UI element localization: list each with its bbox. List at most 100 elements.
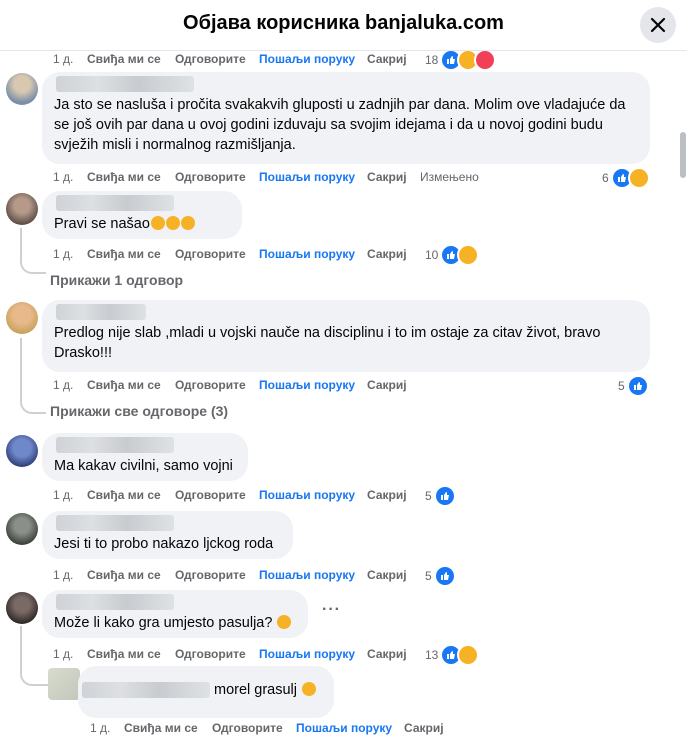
dialog-title: Објава корисника banjaluka.com [183,12,504,34]
avatar[interactable] [48,668,80,700]
comment-time[interactable]: 1 д. [53,647,73,661]
reaction-count[interactable]: 5 [425,485,456,507]
hide-button[interactable]: Сакриј [404,721,444,735]
comment-text: Ma kakav civilni, samo vojni [54,458,233,474]
comment-bubble: Ma kakav civilni, samo vojni [42,433,248,481]
reaction-number: 10 [425,248,439,262]
blurred-author-name[interactable] [56,76,194,92]
haha-reaction-icon [457,644,480,666]
reply-thread-line [20,338,46,414]
comment-time[interactable]: 1 д. [90,721,110,735]
avatar[interactable] [6,73,38,105]
comment-text: Predlog nije slab ,mladi u vojski nauče … [54,325,601,361]
hide-button[interactable]: Сакриј [367,568,407,582]
blurred-author-name[interactable] [82,682,210,698]
comment-time[interactable]: 1 д. [53,247,73,261]
reply-button[interactable]: Одговорите [175,52,246,66]
reply-button[interactable]: Одговорите [212,721,283,735]
reaction-count[interactable]: 5 [618,375,649,397]
reply-thread-line [20,626,48,686]
comment-time[interactable]: 1 д. [53,52,73,66]
reaction-number: 18 [425,53,439,67]
hide-button[interactable]: Сакриј [367,170,407,184]
reaction-count[interactable]: 6 [602,167,650,189]
reaction-number: 5 [425,569,432,583]
send-message-button[interactable]: Пошаљи поруку [259,247,355,261]
like-button[interactable]: Свиђа ми се [87,488,161,502]
rofl-emoji-icon [165,216,180,230]
hide-button[interactable]: Сакриј [367,647,407,661]
haha-reaction-icon [627,167,650,189]
reaction-count[interactable]: 10 [425,244,480,266]
send-message-button[interactable]: Пошаљи поруку [259,568,355,582]
like-reaction-icon [433,485,456,507]
like-button[interactable]: Свиђа ми се [87,170,161,184]
blurred-author-name[interactable] [56,594,174,610]
comment-time[interactable]: 1 д. [53,378,73,392]
comment-bubble: Može li kako gra umjesto pasulja? [42,590,308,638]
like-button[interactable]: Свиђа ми се [87,247,161,261]
comment-time[interactable]: 1 д. [53,568,73,582]
blurred-author-name[interactable] [56,515,174,531]
avatar[interactable] [6,592,38,624]
send-message-button[interactable]: Пошаљи поруку [259,52,355,66]
reply-button[interactable]: Одговорите [175,378,246,392]
love-reaction-icon [474,49,497,71]
close-button[interactable] [640,7,676,43]
comment-text: Može li kako gra umjesto pasulja? [54,613,296,633]
comment-text: Pravi se našao [54,214,230,234]
blurred-author-name[interactable] [56,304,146,320]
comment-time[interactable]: 1 д. [53,488,73,502]
send-message-button[interactable]: Пошаљи поруку [259,488,355,502]
like-button[interactable]: Свиђа ми се [87,568,161,582]
reaction-number: 13 [425,648,439,662]
reaction-count[interactable]: 18 [425,49,497,71]
edited-label[interactable]: Измењено [420,170,479,184]
reply-button[interactable]: Одговорите [175,488,246,502]
avatar[interactable] [6,435,38,467]
avatar[interactable] [6,193,38,225]
like-button[interactable]: Свиђа ми се [87,378,161,392]
avatar[interactable] [6,302,38,334]
reaction-number: 5 [618,379,625,393]
scrollbar-thumb[interactable] [680,132,686,178]
grin-emoji-icon [277,615,292,629]
send-message-button[interactable]: Пошаљи поруку [259,170,355,184]
reply-button[interactable]: Одговорите [175,568,246,582]
comment-bubble: Predlog nije slab ,mladi u vojski nauče … [42,300,650,372]
hide-button[interactable]: Сакриј [367,247,407,261]
hide-button[interactable]: Сакриј [367,378,407,392]
close-icon [650,17,666,33]
view-replies-button[interactable]: Прикажи све одговоре (3) [50,403,228,419]
reaction-number: 6 [602,171,609,185]
rofl-emoji-icon [180,216,195,230]
hide-button[interactable]: Сакриј [367,488,407,502]
reaction-count[interactable]: 13 [425,644,480,666]
like-button[interactable]: Свиђа ми се [124,721,198,735]
reaction-number: 5 [425,489,432,503]
send-message-button[interactable]: Пошаљи поруку [259,378,355,392]
comment-text: Jesi ti to probo nakazo ljckog roda [54,536,274,552]
like-button[interactable]: Свиђа ми се [87,52,161,66]
dialog-header: Објава корисника banjaluka.com [0,0,687,51]
blurred-author-name[interactable] [56,195,174,211]
rofl-emoji-icon [150,216,165,230]
reply-button[interactable]: Одговорите [175,647,246,661]
comment-time[interactable]: 1 д. [53,170,73,184]
send-message-button[interactable]: Пошаљи поруку [296,721,392,735]
like-reaction-icon [433,565,456,587]
comment-bubble: morel grasulj [78,666,334,718]
hide-button[interactable]: Сакриј [367,52,407,66]
avatar[interactable] [6,513,38,545]
reaction-count[interactable]: 5 [425,565,456,587]
haha-reaction-icon [457,244,480,266]
comment-bubble: Ja sto se nasluša i pročita svakakvih gl… [42,72,650,164]
blurred-author-name[interactable] [56,437,174,453]
like-button[interactable]: Свиђа ми се [87,647,161,661]
view-replies-button[interactable]: Прикажи 1 одговор [50,272,183,288]
more-options-button[interactable]: ··· [322,601,341,619]
reply-button[interactable]: Одговорите [175,247,246,261]
reply-button[interactable]: Одговорите [175,170,246,184]
send-message-button[interactable]: Пошаљи поруку [259,647,355,661]
like-reaction-icon [626,375,649,397]
